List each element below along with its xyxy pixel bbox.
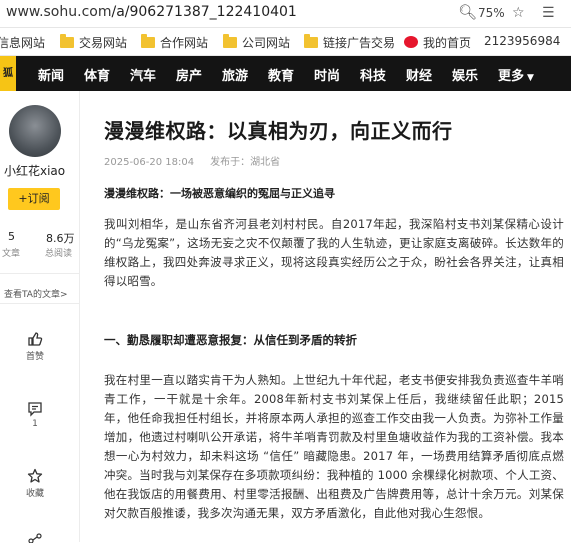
- publish-date: 2025-06-20 18:04: [104, 157, 195, 168]
- bookmark-label: 链接广告交易: [323, 36, 396, 50]
- bookmark-item[interactable]: 合作网站: [141, 34, 208, 51]
- chevron-down-icon: ▼: [527, 73, 534, 83]
- nav-item-tech[interactable]: 科技: [360, 65, 386, 84]
- star-icon: [27, 468, 43, 483]
- nav-item-fashion[interactable]: 时尚: [314, 65, 340, 84]
- author-sidebar: 小红花xiao +订阅 5 文章 8.6万 总阅读 查看TA的文章> 首赞 1 …: [0, 91, 80, 543]
- like-label: 首赞: [25, 352, 44, 362]
- bookmark-star-icon[interactable]: ☆: [512, 5, 525, 21]
- nav-item-house[interactable]: 房产: [176, 65, 202, 84]
- body-paragraph: 我在村里一直以踏实肯干为人熟知。上世纪九十年代起，老支书便安排我负责巡查牛羊哨青…: [104, 373, 564, 520]
- folder-icon: [141, 34, 155, 48]
- article-meta: 2025-06-20 18:04 发布于：湖北省: [104, 153, 280, 168]
- comment-count: 1: [32, 419, 38, 429]
- read-count-label: 总阅读: [45, 249, 73, 259]
- url-path: /a/906271387_122410401: [111, 4, 297, 20]
- bookmark-item[interactable]: 2123956984: [484, 34, 560, 48]
- nav-item-finance[interactable]: 财经: [406, 65, 432, 84]
- bookmark-item[interactable]: 公司网站: [223, 34, 290, 51]
- channel-nav: 狐 新闻 体育 汽车 房产 旅游 教育 时尚 科技 财经 娱乐 更多 ▼: [0, 56, 571, 91]
- article-subtitle: 漫漫维权路：一场被恶意编织的冤屈与正义追寻: [104, 187, 335, 200]
- nav-item-auto[interactable]: 汽车: [130, 65, 156, 84]
- nav-item-more[interactable]: 更多 ▼: [498, 65, 534, 84]
- see-all-articles-link[interactable]: 查看TA的文章>: [4, 287, 68, 300]
- divider: [0, 273, 79, 274]
- bookmark-label: 交易网站: [79, 36, 128, 50]
- section-heading: 一、勤恳履职却遭恶意报复：从信任到矛盾的转折: [104, 333, 357, 347]
- folder-icon: [223, 34, 237, 48]
- bookmark-item[interactable]: 交易网站: [60, 34, 127, 51]
- nav-item-education[interactable]: 教育: [268, 65, 294, 84]
- url-domain: www.sohu.com: [6, 4, 112, 20]
- nav-item-sports[interactable]: 体育: [84, 65, 110, 84]
- intro-paragraph: 我叫刘相华，是山东省齐河县老刘村村民。自2017年起，我深陷村支书刘某保精心设计…: [104, 217, 564, 288]
- bookmark-label: 2123956984: [484, 34, 561, 48]
- folder-icon: [60, 34, 74, 48]
- bookmark-item[interactable]: 我的首页: [404, 34, 471, 51]
- reading-list-icon[interactable]: ☰: [542, 5, 555, 21]
- nav-item-entertainment[interactable]: 娱乐: [452, 65, 478, 84]
- publish-location: 发布于：湖北省: [210, 157, 281, 168]
- like-button[interactable]: 首赞: [20, 331, 50, 362]
- article-title: 漫漫维权路：以真相为刃，向正义而行: [104, 119, 453, 143]
- address-bar[interactable]: www.sohu.com/a/906271387_122410401 🔍︎ 75…: [0, 0, 571, 28]
- comment-icon: [28, 402, 42, 417]
- nav-item-news[interactable]: 新闻: [38, 65, 64, 84]
- avatar[interactable]: [9, 105, 61, 157]
- read-count: 8.6万: [46, 232, 75, 245]
- author-name[interactable]: 小红花xiao: [4, 162, 65, 179]
- bookmark-label: 信息网站: [0, 36, 46, 50]
- comment-button[interactable]: 1: [20, 401, 50, 429]
- thumbs-up-icon: [28, 332, 43, 346]
- divider: [0, 303, 79, 304]
- article-count: 5: [8, 230, 15, 243]
- folder-icon: [304, 34, 318, 48]
- zoom-level[interactable]: 75%: [478, 6, 505, 20]
- weibo-icon: [404, 36, 418, 48]
- nav-item-travel[interactable]: 旅游: [222, 65, 248, 84]
- favorite-button[interactable]: 收藏: [20, 468, 50, 499]
- bookmark-item[interactable]: 信息网站: [0, 34, 45, 51]
- zoom-magnifier-icon[interactable]: 🔍︎: [458, 3, 477, 21]
- article-count-label: 文章: [2, 249, 21, 259]
- favorite-label: 收藏: [25, 489, 44, 499]
- bookmark-label: 我的首页: [423, 36, 472, 50]
- bookmarks-bar: 信息网站 交易网站 合作网站 公司网站 链接广告交易 我的首页 21239569…: [0, 28, 571, 56]
- bookmark-item[interactable]: 链接广告交易: [304, 34, 395, 51]
- bookmark-label: 公司网站: [242, 36, 291, 50]
- bookmark-label: 合作网站: [160, 36, 209, 50]
- nav-more-label: 更多: [498, 69, 525, 84]
- url-text[interactable]: www.sohu.com/a/906271387_122410401: [6, 4, 297, 20]
- sohu-logo[interactable]: 狐: [0, 56, 16, 91]
- subscribe-button[interactable]: +订阅: [8, 188, 60, 210]
